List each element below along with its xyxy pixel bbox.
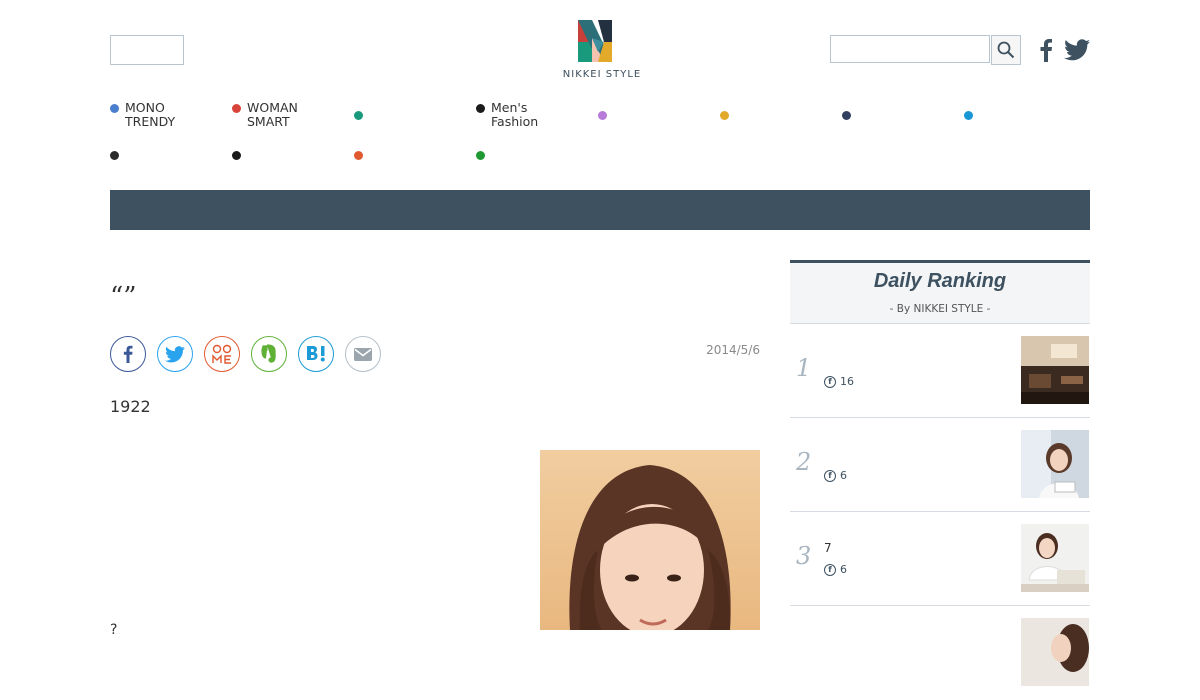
evernote-share-icon (261, 344, 276, 363)
rank-fb-count: f 16 (824, 375, 854, 388)
ranking-item-1[interactable]: 1 f 16 (790, 324, 1090, 418)
search-input[interactable] (830, 35, 990, 63)
mail-share-icon (354, 347, 372, 361)
category-item-12[interactable] (476, 148, 491, 160)
category-dot (476, 104, 485, 113)
category-dot (964, 111, 973, 120)
category-item-8[interactable] (964, 108, 979, 120)
category-dot (598, 111, 607, 120)
category-dot (110, 104, 119, 113)
facebook-share-button[interactable] (110, 336, 146, 372)
category-label: Men's Fashion (491, 100, 539, 129)
category-item-3[interactable] (354, 108, 369, 120)
category-dot (232, 104, 241, 113)
rank-fb-count-value: 6 (840, 563, 847, 576)
category-dot (842, 111, 851, 120)
article-body-text: ? (110, 622, 118, 638)
article-lead-text: 1922 (110, 397, 151, 416)
ranking-item-3[interactable]: 3 7 f 6 (790, 512, 1090, 606)
ranking-item-2[interactable]: 2 f 6 (790, 418, 1090, 512)
twitter-share-button[interactable] (157, 336, 193, 372)
article-photo (540, 450, 760, 630)
facebook-count-icon: f (824, 375, 836, 388)
comemo-share-icon (212, 344, 232, 364)
category-dot (232, 151, 241, 160)
rank-thumbnail (1021, 336, 1089, 404)
article-title: “” (110, 282, 137, 312)
category-dot (110, 151, 119, 160)
rank-thumbnail (1021, 524, 1089, 592)
facebook-count-icon: f (824, 563, 836, 576)
comemo-share-button[interactable] (204, 336, 240, 372)
category-label: WOMAN SMART (247, 100, 298, 129)
rank-number: 3 (796, 542, 812, 570)
facebook-count-icon: f (824, 469, 836, 482)
twitter-icon[interactable] (1064, 38, 1090, 62)
evernote-share-button[interactable] (251, 336, 287, 372)
hatena-bookmark-button[interactable] (298, 336, 334, 372)
rank-number: 2 (796, 448, 812, 476)
category-dot (476, 151, 485, 160)
ranking-title: Daily Ranking (873, 270, 1007, 292)
category-item-10[interactable] (232, 148, 247, 160)
category-mens-fashion[interactable]: Men's Fashion (476, 101, 538, 129)
rank-thumbnail (1021, 618, 1089, 686)
category-item-6[interactable] (720, 108, 735, 120)
category-label: MONO TRENDY (125, 100, 176, 129)
rank-fb-count-value: 6 (840, 469, 847, 482)
ranking-subtitle: - By NIKKEI STYLE - (889, 303, 991, 315)
global-nav-bar (110, 190, 1090, 230)
category-dot (720, 111, 729, 120)
login-button[interactable] (110, 35, 184, 65)
rank-fb-count-value: 16 (840, 375, 854, 388)
rank-fb-count: f 6 (824, 563, 847, 576)
rank-thumbnail (1021, 430, 1089, 498)
article-date: 2014/5/6 (706, 343, 760, 357)
twitter-share-icon (165, 345, 185, 362)
category-dot (354, 111, 363, 120)
category-woman-smart[interactable]: WOMAN SMART (232, 101, 298, 129)
category-mono-trendy[interactable]: MONO TRENDY (110, 101, 175, 129)
facebook-share-icon (123, 345, 133, 363)
facebook-icon[interactable] (1038, 38, 1054, 62)
mail-share-button[interactable] (345, 336, 381, 372)
rank-fb-count: f 6 (824, 469, 847, 482)
logo-text: NIKKEI STYLE (562, 69, 642, 80)
category-item-5[interactable] (598, 108, 613, 120)
category-item-7[interactable] (842, 108, 857, 120)
category-item-11[interactable] (354, 148, 369, 160)
ranking-item-4[interactable] (790, 606, 1090, 700)
category-item-9[interactable] (110, 148, 125, 160)
hatena-bookmark-icon (307, 346, 325, 362)
search-icon (997, 41, 1015, 59)
rank-title: 7 (824, 541, 832, 555)
category-dot (354, 151, 363, 160)
search-button[interactable] (991, 35, 1021, 65)
rank-number: 1 (796, 354, 812, 382)
